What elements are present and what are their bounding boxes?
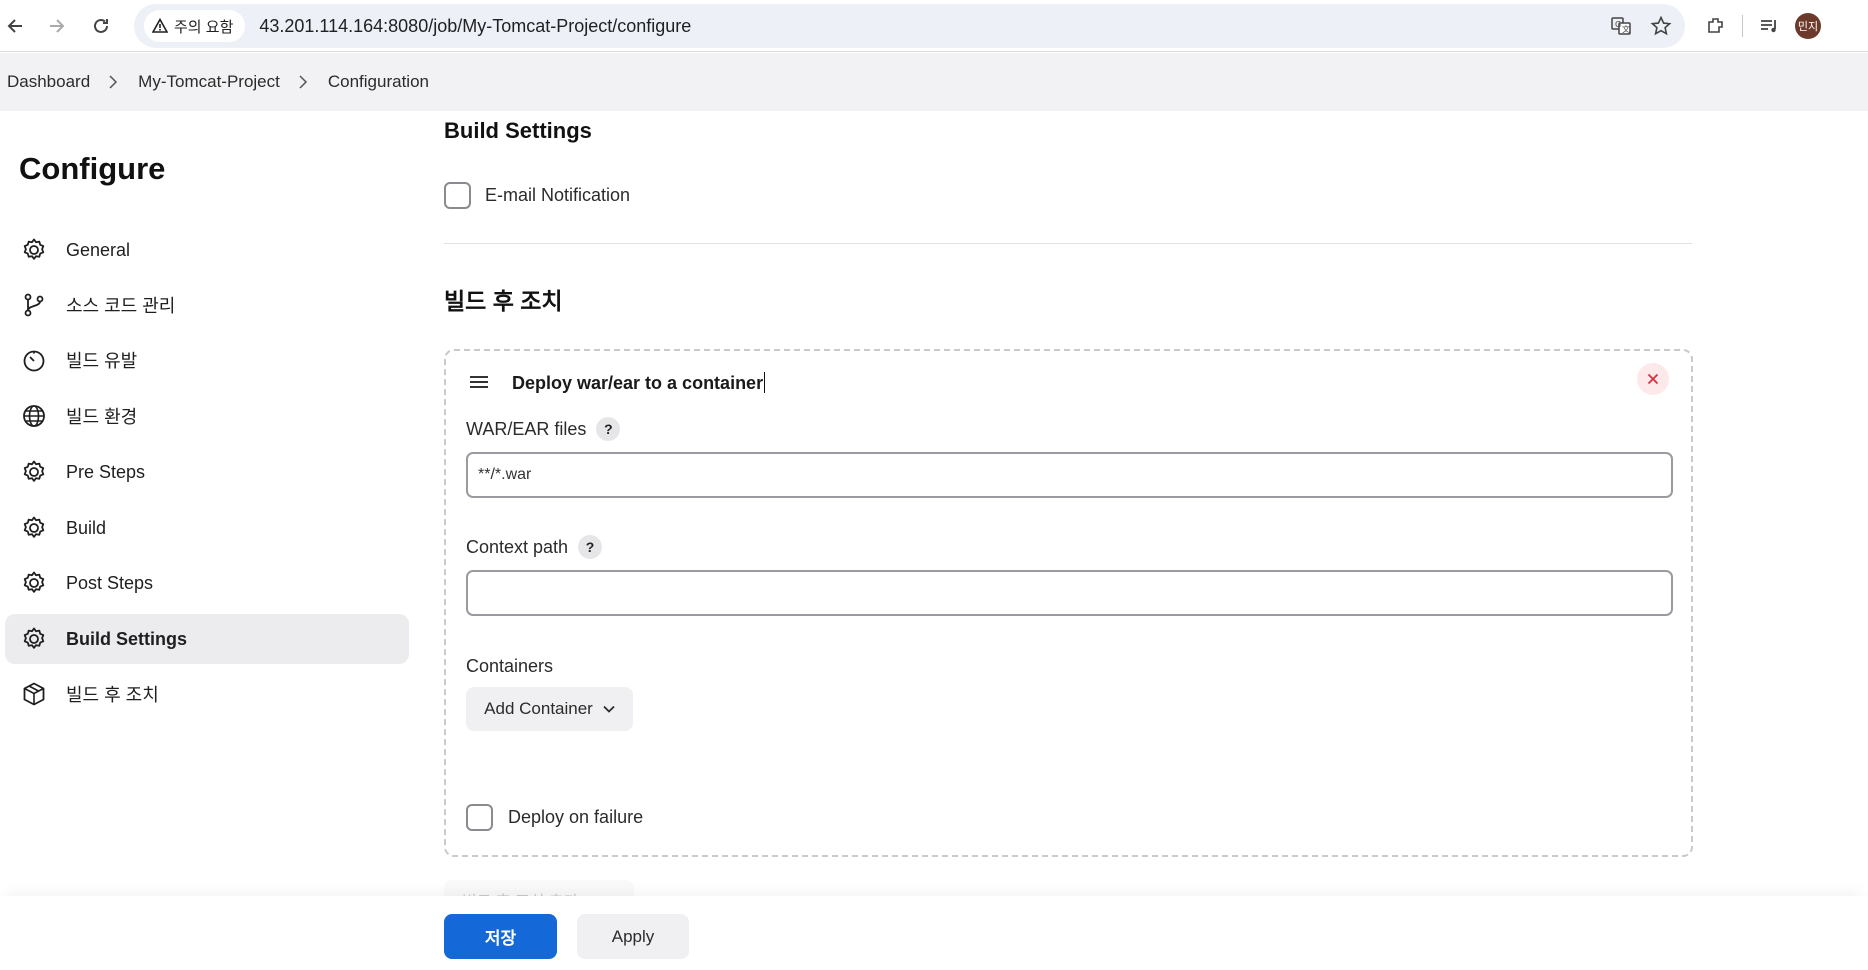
sidebar-item-build-triggers[interactable]: 빌드 유발 bbox=[5, 335, 409, 385]
security-label: 주의 요함 bbox=[174, 18, 234, 36]
build-settings-heading: Build Settings bbox=[444, 118, 592, 143]
timer-icon bbox=[20, 346, 48, 374]
help-icon[interactable]: ? bbox=[578, 535, 603, 559]
svg-text:文: 文 bbox=[1622, 24, 1630, 34]
help-icon[interactable]: ? bbox=[596, 417, 621, 441]
chevron-right-icon bbox=[298, 75, 308, 89]
email-notification-checkbox[interactable] bbox=[444, 182, 471, 209]
back-arrow-icon bbox=[7, 19, 22, 33]
reload-icon bbox=[94, 18, 108, 33]
apply-button[interactable]: Apply bbox=[577, 914, 689, 959]
reload-button[interactable] bbox=[85, 10, 117, 42]
add-container-label: Add Container bbox=[484, 699, 593, 718]
bookmark-star-icon[interactable] bbox=[1645, 10, 1677, 42]
sidebar-item-label: 빌드 환경 bbox=[66, 407, 138, 427]
chevron-right-icon bbox=[108, 75, 118, 89]
remove-step-button[interactable] bbox=[1637, 363, 1669, 395]
forward-arrow-icon bbox=[50, 19, 65, 33]
package-icon bbox=[20, 680, 48, 708]
sidebar: Configure General 소스 코드 관리 빌드 유발 빌드 환경 P… bbox=[0, 111, 420, 970]
drag-handle-icon[interactable] bbox=[468, 373, 490, 391]
sidebar-item-source-code[interactable]: 소스 코드 관리 bbox=[5, 280, 409, 330]
sidebar-item-label: 소스 코드 관리 bbox=[66, 296, 176, 316]
sidebar-item-post-steps[interactable]: Post Steps bbox=[5, 558, 409, 608]
post-build-heading: 빌드 후 조치 bbox=[444, 288, 563, 314]
gear-icon bbox=[20, 236, 48, 264]
deploy-on-failure-label[interactable]: Deploy on failure bbox=[508, 807, 643, 828]
translate-icon[interactable]: G文 bbox=[1605, 10, 1637, 42]
context-path-label: Context path ? bbox=[466, 535, 603, 559]
warning-icon bbox=[152, 18, 168, 33]
context-path-label-text: Context path bbox=[466, 536, 569, 557]
context-path-input[interactable] bbox=[466, 570, 1673, 616]
toolbar-divider bbox=[1742, 15, 1743, 37]
sidebar-item-general[interactable]: General bbox=[5, 225, 409, 275]
sidebar-item-post-build[interactable]: 빌드 후 조치 bbox=[5, 669, 409, 719]
text-cursor bbox=[764, 372, 766, 393]
section-divider bbox=[444, 243, 1692, 244]
breadcrumb-dashboard[interactable]: Dashboard bbox=[7, 72, 90, 92]
branch-icon bbox=[20, 291, 48, 319]
media-queue-icon[interactable] bbox=[1753, 10, 1785, 42]
deploy-step-title: Deploy war/ear to a container bbox=[512, 372, 766, 394]
sidebar-item-label: Pre Steps bbox=[66, 461, 146, 482]
address-bar[interactable]: 주의 요함 43.201.114.164:8080/job/My-Tomcat-… bbox=[134, 4, 1685, 48]
sidebar-item-label: 빌드 후 조치 bbox=[66, 685, 159, 705]
gear-icon bbox=[20, 625, 48, 653]
deploy-step-card: Deploy war/ear to a container WAR/EAR fi… bbox=[444, 349, 1693, 857]
sidebar-title: Configure bbox=[19, 151, 166, 186]
browser-toolbar: 주의 요함 43.201.114.164:8080/job/My-Tomcat-… bbox=[0, 0, 1868, 52]
email-notification-label[interactable]: E-mail Notification bbox=[485, 185, 630, 206]
svg-text:G: G bbox=[1615, 20, 1621, 29]
breadcrumb-configuration[interactable]: Configuration bbox=[328, 72, 429, 92]
sidebar-item-build-settings[interactable]: Build Settings bbox=[5, 614, 409, 664]
sidebar-item-build[interactable]: Build bbox=[5, 503, 409, 553]
close-icon bbox=[1647, 373, 1659, 385]
sidebar-item-pre-steps[interactable]: Pre Steps bbox=[5, 447, 409, 497]
breadcrumb-project[interactable]: My-Tomcat-Project bbox=[138, 72, 280, 92]
url-text[interactable]: 43.201.114.164:8080/job/My-Tomcat-Projec… bbox=[259, 16, 691, 37]
security-chip[interactable]: 주의 요함 bbox=[144, 10, 246, 42]
war-ear-files-label-text: WAR/EAR files bbox=[466, 418, 587, 439]
war-ear-files-label: WAR/EAR files ? bbox=[466, 417, 621, 441]
sidebar-item-label: General bbox=[66, 239, 131, 260]
add-container-button[interactable]: Add Container bbox=[466, 687, 633, 731]
sidebar-item-label: Build bbox=[66, 517, 107, 538]
gear-icon bbox=[20, 514, 48, 542]
deploy-step-title-text: Deploy war/ear to a container bbox=[512, 373, 764, 393]
save-button[interactable]: 저장 bbox=[444, 914, 557, 959]
sidebar-item-label: Post Steps bbox=[66, 572, 154, 593]
gear-icon bbox=[20, 458, 48, 486]
war-ear-files-input[interactable]: **/*.war bbox=[466, 452, 1673, 498]
forward-button[interactable] bbox=[40, 10, 72, 42]
globe-icon bbox=[20, 402, 48, 430]
back-button[interactable] bbox=[0, 10, 32, 42]
profile-avatar[interactable]: 민지 bbox=[1795, 13, 1821, 39]
containers-label: Containers bbox=[466, 656, 554, 676]
chevron-down-icon bbox=[603, 705, 615, 713]
war-ear-files-value: **/*.war bbox=[478, 466, 532, 483]
sidebar-item-label: 빌드 유발 bbox=[66, 351, 138, 371]
deploy-on-failure-checkbox[interactable] bbox=[466, 804, 493, 831]
sidebar-item-label: Build Settings bbox=[66, 628, 187, 649]
gear-icon bbox=[20, 569, 48, 597]
extensions-icon[interactable] bbox=[1700, 10, 1732, 42]
sidebar-item-build-environment[interactable]: 빌드 환경 bbox=[5, 391, 409, 441]
breadcrumb: Dashboard My-Tomcat-Project Configuratio… bbox=[0, 53, 1868, 111]
form-action-bar: 저장 Apply bbox=[0, 896, 1868, 970]
